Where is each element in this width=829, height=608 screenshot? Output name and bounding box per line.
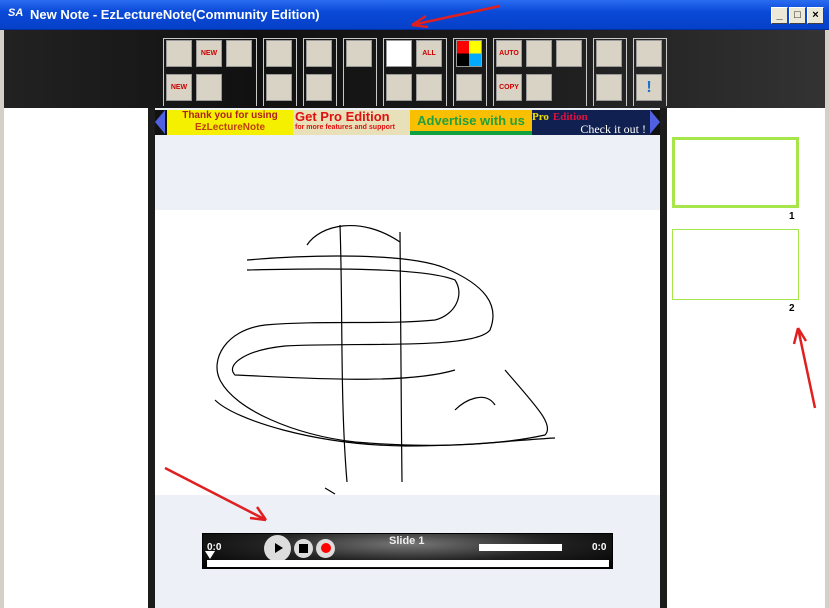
save-button[interactable]	[266, 40, 292, 67]
seek-bar[interactable]	[207, 560, 609, 567]
ad-thanks[interactable]: Thank you for using EzLectureNote	[167, 110, 293, 135]
window-border	[825, 30, 829, 608]
record-icon	[320, 543, 331, 553]
ad-pro-edition[interactable]: Pro Edition Check it out !	[532, 110, 650, 135]
open-button[interactable]	[166, 40, 192, 67]
close-button[interactable]: ×	[807, 7, 824, 24]
auto-copy-button[interactable]: AUTO COPY	[496, 40, 522, 67]
erase-all-icon: ALL	[422, 50, 436, 57]
auto-copy-icon: AUTO COPY	[499, 50, 519, 57]
volume-bar[interactable]	[479, 544, 562, 551]
save-as-button[interactable]	[266, 74, 292, 101]
shapes-button[interactable]	[196, 74, 222, 101]
new-note-button[interactable]: NEW	[166, 74, 192, 101]
new-icon: NEW	[200, 50, 218, 57]
slide-number-2: 2	[789, 303, 795, 314]
minimize-button[interactable]: _	[771, 7, 788, 24]
left-pane	[4, 108, 148, 608]
copy-icon: COPY	[499, 84, 519, 91]
swap-button[interactable]	[596, 40, 622, 67]
maximize-button[interactable]: □	[789, 7, 806, 24]
copy-button[interactable]: COPY	[496, 74, 522, 101]
time-end: 0:0	[592, 542, 607, 553]
color-picker-button[interactable]	[456, 40, 482, 67]
canvas-border-left	[148, 108, 155, 608]
redo-button[interactable]	[306, 74, 332, 101]
ad-next-icon[interactable]	[650, 110, 660, 134]
ad-thanks-line1: Thank you for using	[182, 110, 278, 121]
ad-pro-word: Pro	[532, 111, 549, 123]
settings-button[interactable]	[636, 40, 662, 67]
slide-thumbnail-2[interactable]	[672, 229, 799, 300]
stop-button[interactable]	[294, 539, 313, 558]
ink-strokes	[214, 224, 556, 495]
seek-handle-icon[interactable]	[205, 551, 215, 559]
about-icon: !	[646, 79, 652, 96]
stop-icon	[299, 544, 308, 553]
drawing-canvas[interactable]	[155, 210, 660, 495]
slide-label: Slide 1	[389, 535, 425, 547]
erase-all-button[interactable]: ALL	[416, 40, 442, 67]
ad-thanks-line2: EzLectureNote	[194, 122, 265, 133]
layers-button[interactable]	[526, 40, 552, 67]
slide-thumbnail-1[interactable]	[672, 137, 799, 208]
slide-player: 0:0 Slide 1 0:0	[202, 533, 613, 569]
pen-button[interactable]	[386, 40, 412, 67]
ad-pro-sub: for more features and support	[295, 124, 395, 131]
ad-banner: Thank you for using EzLectureNote Get Pro…	[155, 110, 660, 135]
shapes-tool-button[interactable]	[556, 40, 582, 67]
line-width-button[interactable]	[456, 74, 482, 101]
move-button[interactable]	[596, 74, 622, 101]
ad-pro-title: Get Pro Edition	[295, 110, 390, 124]
delete-shape-button[interactable]	[226, 40, 252, 67]
new-button[interactable]: NEW	[196, 40, 222, 67]
window-title: New Note - EzLectureNote(Community Editi…	[30, 7, 320, 22]
play-button[interactable]	[264, 535, 291, 562]
undo-button[interactable]	[306, 40, 332, 67]
play-icon	[275, 543, 283, 553]
ad-prev-icon[interactable]	[155, 110, 165, 134]
record-button[interactable]	[316, 539, 335, 558]
canvas-border-right	[660, 108, 667, 608]
undo-erase-button[interactable]	[416, 74, 442, 101]
eraser-button[interactable]	[386, 74, 412, 101]
about-button[interactable]: !	[636, 74, 662, 101]
palette-button[interactable]	[346, 40, 372, 67]
new-note-icon: NEW	[170, 84, 188, 91]
app-icon: SA	[8, 7, 24, 19]
ad-check: Check it out !	[580, 122, 646, 136]
slide-number-1: 1	[789, 211, 795, 222]
ad-advertise[interactable]: Advertise with us	[410, 110, 532, 135]
paste-shapes-button[interactable]	[526, 74, 552, 101]
ad-pro[interactable]: Get Pro Edition for more features and sup…	[293, 110, 410, 135]
